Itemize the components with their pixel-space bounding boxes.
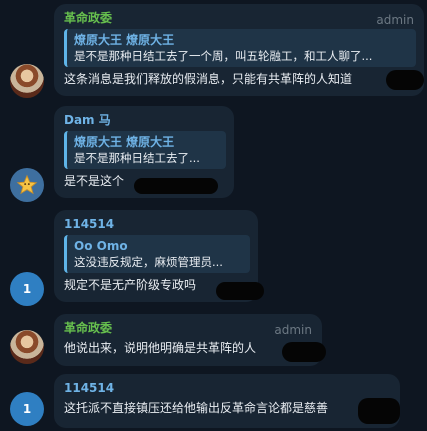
message-text: 他说出来，说明他明确是共革阵的人 bbox=[64, 341, 257, 355]
admin-badge: admin bbox=[376, 13, 414, 27]
reply-sender: Oo Omo bbox=[74, 239, 128, 253]
star-icon bbox=[16, 174, 38, 195]
avatar[interactable]: 1 bbox=[10, 392, 44, 426]
reply-preview[interactable]: 燎原大王 燎原大王 是不是那种日结工去了... bbox=[64, 131, 226, 169]
avatar[interactable] bbox=[10, 64, 44, 98]
reply-preview[interactable]: Oo Omo 这没违反规定，麻烦管理员... bbox=[64, 235, 250, 273]
sender-name[interactable]: 革命政委 bbox=[64, 10, 414, 26]
message-bubble[interactable]: 114514 这托派不直接镇压还给他输出反革命言论都是慈善 bbox=[54, 374, 400, 428]
sender-name[interactable]: 114514 bbox=[64, 380, 390, 396]
reply-sender: 燎原大王 燎原大王 bbox=[74, 33, 175, 47]
reply-text: 是不是那种日结工去了... bbox=[74, 151, 200, 165]
avatar[interactable] bbox=[10, 330, 44, 364]
reply-preview[interactable]: 燎原大王 燎原大王 是不是那种日结工去了一个周，叫五轮融工，和工人聊了... bbox=[64, 29, 416, 67]
reply-sender: 燎原大王 燎原大王 bbox=[74, 135, 175, 149]
message-text: 这条消息是我们释放的假消息，只能有共革阵的人知道 bbox=[64, 72, 353, 86]
reply-text: 是不是那种日结工去了一个周，叫五轮融工，和工人聊了... bbox=[74, 49, 373, 63]
admin-badge: admin bbox=[274, 323, 312, 337]
avatar-label: 1 bbox=[22, 282, 32, 296]
redaction-mark bbox=[358, 398, 400, 424]
message-bubble[interactable]: 革命政委 admin 他说出来，说明他明确是共革阵的人 bbox=[54, 314, 322, 366]
redaction-mark bbox=[282, 342, 326, 362]
redaction-mark bbox=[216, 282, 264, 300]
avatar-label: 1 bbox=[22, 402, 32, 416]
redaction-mark bbox=[134, 178, 218, 194]
avatar[interactable] bbox=[10, 168, 44, 202]
sender-name[interactable]: 114514 bbox=[64, 216, 248, 232]
message-bubble[interactable]: 革命政委 admin 燎原大王 燎原大王 是不是那种日结工去了一个周，叫五轮融工… bbox=[54, 4, 424, 96]
reply-text: 这没违反规定，麻烦管理员... bbox=[74, 255, 223, 269]
redaction-mark bbox=[386, 70, 424, 90]
avatar[interactable]: 1 bbox=[10, 272, 44, 306]
sender-name[interactable]: Dam 马 bbox=[64, 112, 224, 128]
message-text: 这托派不直接镇压还给他输出反革命言论都是慈善 bbox=[64, 401, 329, 415]
